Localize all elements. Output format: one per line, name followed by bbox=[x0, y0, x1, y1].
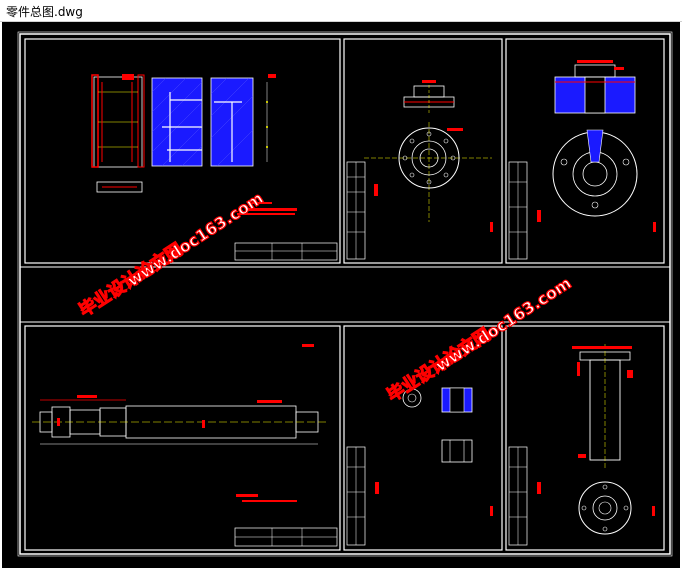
watermark-url-2: www.doc163.com bbox=[432, 273, 575, 375]
sheet-assembly[interactable] bbox=[24, 38, 341, 264]
drawing-canvas[interactable]: 毕业设计论文网 www.doc163.com 毕业设计论文网 www.doc16… bbox=[2, 22, 680, 568]
sheet-bearing-seat[interactable] bbox=[505, 38, 665, 264]
window-title: 零件总图.dwg bbox=[6, 5, 83, 19]
sheet-housing[interactable] bbox=[505, 325, 665, 551]
watermark-url-1: www.doc163.com bbox=[124, 188, 267, 290]
sheet-shaft[interactable] bbox=[24, 325, 341, 551]
watermark-group: 毕业设计论文网 www.doc163.com 毕业设计论文网 www.doc16… bbox=[75, 188, 576, 407]
sheet-flange[interactable] bbox=[343, 38, 503, 264]
drawing-svg[interactable]: 毕业设计论文网 www.doc163.com 毕业设计论文网 www.doc16… bbox=[2, 22, 680, 568]
window-titlebar: 零件总图.dwg bbox=[0, 0, 682, 22]
sheet-sleeve[interactable] bbox=[343, 325, 503, 551]
